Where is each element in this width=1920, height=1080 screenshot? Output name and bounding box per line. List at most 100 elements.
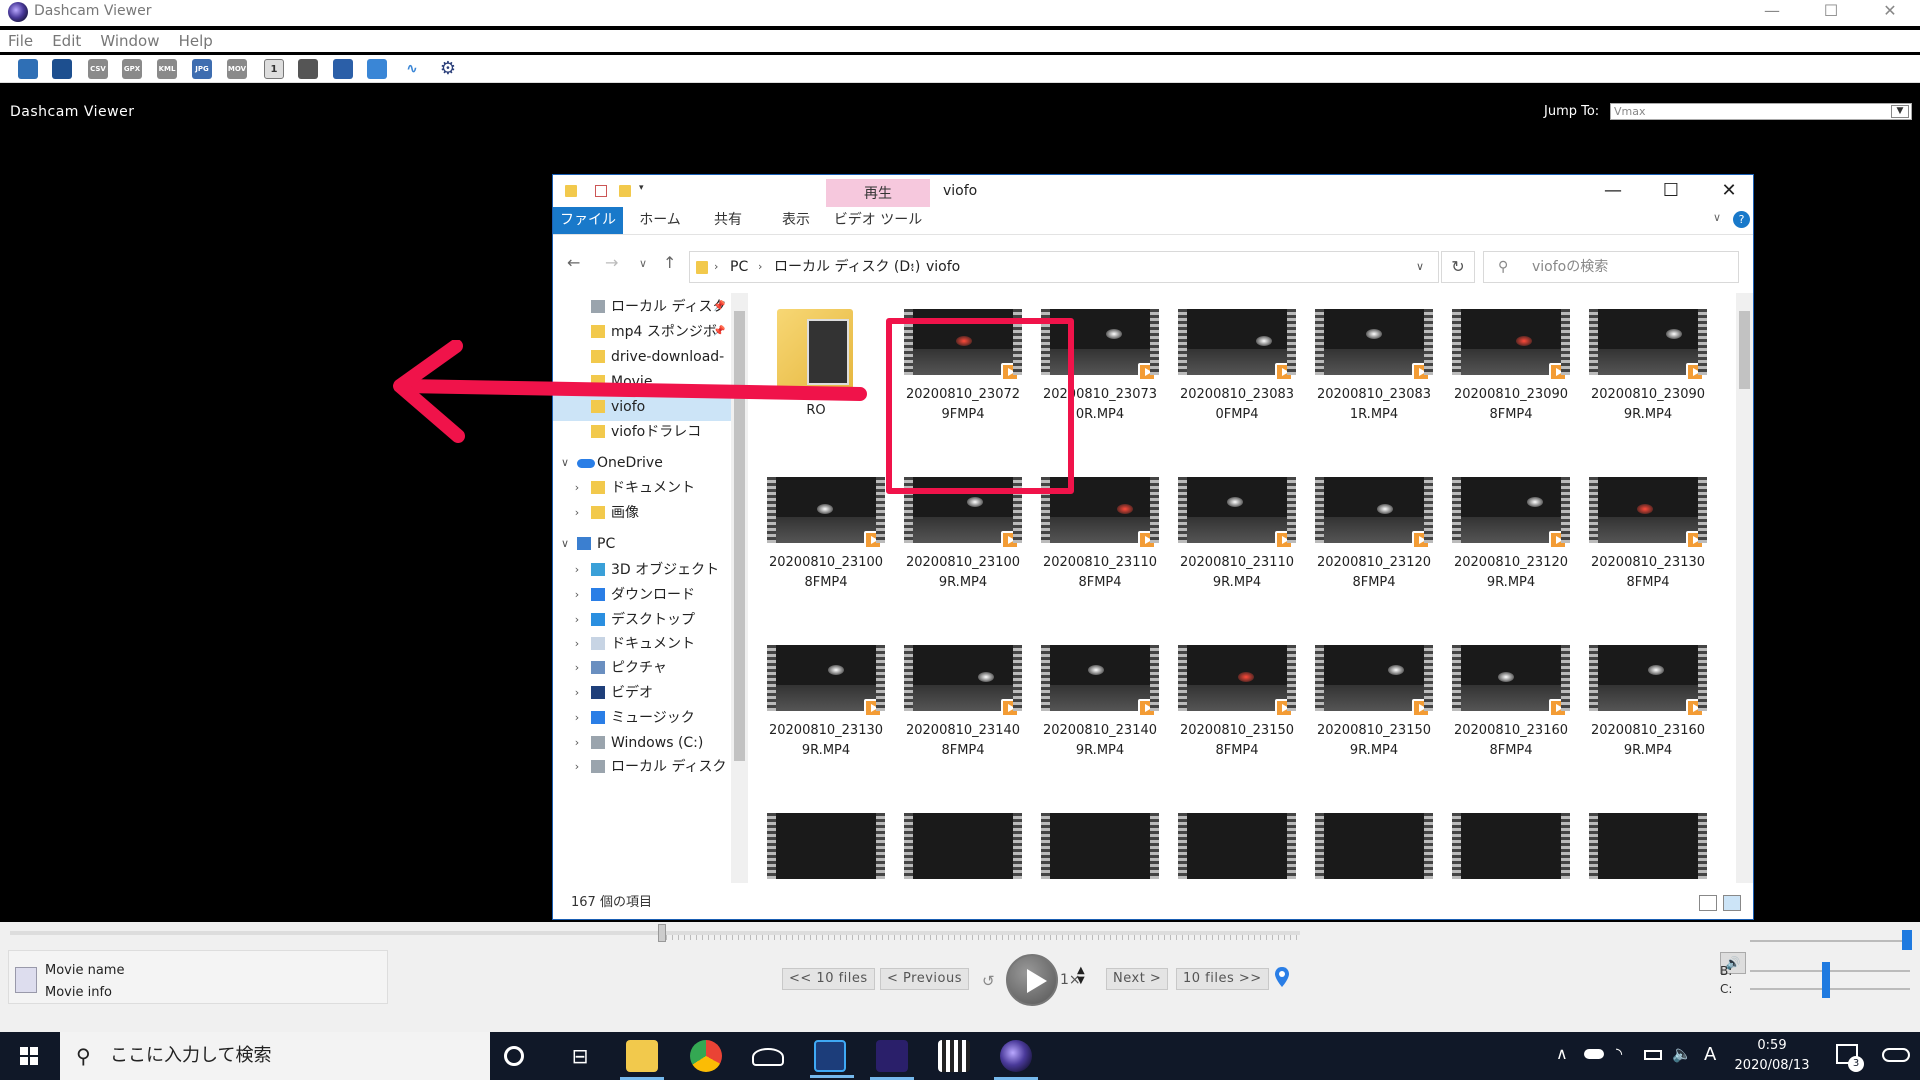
cortana-icon[interactable] <box>504 1046 524 1066</box>
menu-edit[interactable]: Edit <box>52 30 81 52</box>
battery-icon[interactable] <box>1644 1050 1662 1060</box>
video-file-item[interactable]: 20200810_23130 8FMP4 <box>1573 461 1707 621</box>
video-file-item[interactable] <box>888 797 1022 881</box>
rewind-icon[interactable]: ↺ <box>982 972 995 990</box>
video-file-item[interactable] <box>1436 797 1570 881</box>
video-file-item[interactable]: 20200810_23083 0FMP4 <box>1162 293 1296 453</box>
tray-chevron-up-icon[interactable]: ∧ <box>1556 1044 1568 1063</box>
next-button[interactable]: Next > <box>1106 968 1169 990</box>
nav-item[interactable]: › ローカル ディスク (D <box>553 753 731 781</box>
breadcrumb-viofo[interactable]: viofo <box>926 252 960 282</box>
previous-button[interactable]: < Previous <box>880 968 969 990</box>
export-jpg-icon[interactable]: JPG <box>192 59 212 79</box>
export-csv-icon[interactable]: CSV <box>88 59 108 79</box>
chrome-icon[interactable] <box>690 1040 722 1072</box>
trim-icon[interactable] <box>298 59 318 79</box>
nav-item[interactable]: › ダウンロード <box>553 581 731 609</box>
video-file-item[interactable] <box>1025 797 1159 881</box>
video-file-item[interactable]: 20200810_23090 8FMP4 <box>1436 293 1570 453</box>
balance-b-handle[interactable] <box>1822 962 1830 980</box>
video-file-item[interactable]: 20200810_23090 9R.MP4 <box>1573 293 1707 453</box>
chevron-down-icon[interactable]: ∨ <box>559 449 571 477</box>
save-icon[interactable] <box>333 59 353 79</box>
address-bar[interactable]: › PC › ローカル ディスク (D:) › viofo ∨ <box>689 251 1439 283</box>
nav-item[interactable]: › 3D オブジェクト <box>553 556 731 584</box>
export-mov-icon[interactable]: MOV <box>227 59 247 79</box>
details-view-icon[interactable] <box>1699 895 1717 911</box>
menu-window[interactable]: Window <box>100 30 159 52</box>
clapper-app-icon[interactable] <box>938 1040 970 1072</box>
recent-dropdown-icon[interactable]: ∨ <box>639 257 647 270</box>
nav-item[interactable]: › ビデオ <box>553 679 731 707</box>
fullscreen-icon[interactable] <box>367 59 387 79</box>
dashcam-viewer-icon[interactable] <box>994 1040 1038 1080</box>
map-pin-icon[interactable] <box>1274 966 1290 988</box>
explorer-search-input[interactable]: ⚲ viofoの検索 <box>1483 251 1739 283</box>
chevron-right-icon[interactable]: › <box>571 654 583 682</box>
settings-gear-icon[interactable]: ⚙ <box>438 59 458 79</box>
jump-to-select[interactable]: Vmax ▼ <box>1610 103 1912 120</box>
refresh-button[interactable]: ↻ <box>1441 251 1475 283</box>
video-file-item[interactable]: 20200810_23110 9R.MP4 <box>1162 461 1296 621</box>
video-file-item[interactable]: 20200810_23083 1R.MP4 <box>1299 293 1433 453</box>
nav-item[interactable]: ∨ OneDrive <box>553 449 731 477</box>
minimize-button[interactable]: — <box>1744 0 1800 26</box>
video-file-item[interactable]: 20200810_23120 9R.MP4 <box>1436 461 1570 621</box>
nav-item[interactable]: › 画像 <box>553 499 731 527</box>
menu-help[interactable]: Help <box>179 30 213 52</box>
forward-arrow-icon[interactable]: → <box>605 253 618 272</box>
nav-item[interactable]: ローカル ディスク 📌 <box>553 293 731 321</box>
close-button[interactable]: ✕ <box>1862 0 1918 26</box>
video-file-item[interactable]: 20200810_23140 8FMP4 <box>888 629 1022 789</box>
tab-home[interactable]: ホーム <box>627 207 693 234</box>
cloud-app-icon[interactable] <box>752 1048 784 1066</box>
balance-b-slider[interactable] <box>1750 970 1910 972</box>
video-file-item[interactable] <box>1573 797 1707 881</box>
properties-check-icon[interactable] <box>595 185 607 197</box>
video-editor-icon[interactable] <box>810 1040 854 1078</box>
scrollbar-thumb[interactable] <box>1739 311 1750 389</box>
play-button[interactable] <box>1006 954 1058 1006</box>
breadcrumb-drive[interactable]: ローカル ディスク (D:) <box>774 252 920 282</box>
tab-file[interactable]: ファイル <box>553 207 623 234</box>
tab-video-tools[interactable]: ビデオ ツール <box>826 207 930 234</box>
volume-tray-icon[interactable]: 🔈 <box>1672 1044 1692 1063</box>
nav-item[interactable]: ∨ PC <box>553 530 731 558</box>
tab-view[interactable]: 表示 <box>763 207 829 234</box>
tab-share[interactable]: 共有 <box>695 207 761 234</box>
back-arrow-icon[interactable]: ← <box>567 253 580 272</box>
chevron-right-icon[interactable]: › <box>571 499 583 527</box>
volume-slider[interactable] <box>1750 940 1910 942</box>
single-view-icon[interactable]: 1 <box>264 59 284 79</box>
task-view-icon[interactable]: ⊟ <box>564 1040 596 1072</box>
file-grid-scrollbar[interactable] <box>1736 293 1753 883</box>
large-icons-view-icon[interactable] <box>1723 895 1741 911</box>
taskbar-clock[interactable]: 0:59 2020/08/13 <box>1722 1036 1822 1076</box>
ime-indicator[interactable]: A <box>1704 1044 1716 1065</box>
windows-start-icon[interactable] <box>0 1032 58 1080</box>
waveform-app-icon[interactable] <box>870 1040 914 1080</box>
explorer-close-button[interactable]: ✕ <box>1709 181 1749 203</box>
seek-bar[interactable] <box>0 922 1920 946</box>
balance-c-handle[interactable] <box>1822 980 1830 998</box>
video-file-item[interactable] <box>1299 797 1433 881</box>
export-kml-icon[interactable]: KML <box>157 59 177 79</box>
explorer-maximize-button[interactable]: ☐ <box>1651 181 1691 203</box>
seek-handle[interactable] <box>658 924 666 942</box>
weather-cloud-icon[interactable] <box>1882 1048 1910 1062</box>
chevron-right-icon[interactable]: › <box>571 556 583 584</box>
quick-access-dropdown-icon[interactable]: ▾ <box>639 183 651 195</box>
balance-c-slider[interactable] <box>1750 988 1910 990</box>
nav-item[interactable]: › ドキュメント <box>553 474 731 502</box>
ribbon-expand-icon[interactable]: ∨ <box>1713 211 1721 224</box>
new-folder-icon[interactable] <box>619 185 631 197</box>
chevron-down-icon[interactable]: ▼ <box>1891 105 1909 118</box>
taskbar-search-input[interactable]: ⚲ ここに入力して検索 <box>60 1032 490 1080</box>
chevron-right-icon[interactable]: › <box>571 474 583 502</box>
onedrive-tray-icon[interactable] <box>1584 1049 1604 1059</box>
export-gpx-icon[interactable]: GPX <box>122 59 142 79</box>
file-explorer-icon[interactable] <box>620 1040 664 1080</box>
address-history-dropdown-icon[interactable]: ∨ <box>1416 252 1424 282</box>
chevron-right-icon[interactable]: › <box>571 753 583 781</box>
video-file-item[interactable]: 20200810_23160 8FMP4 <box>1436 629 1570 789</box>
